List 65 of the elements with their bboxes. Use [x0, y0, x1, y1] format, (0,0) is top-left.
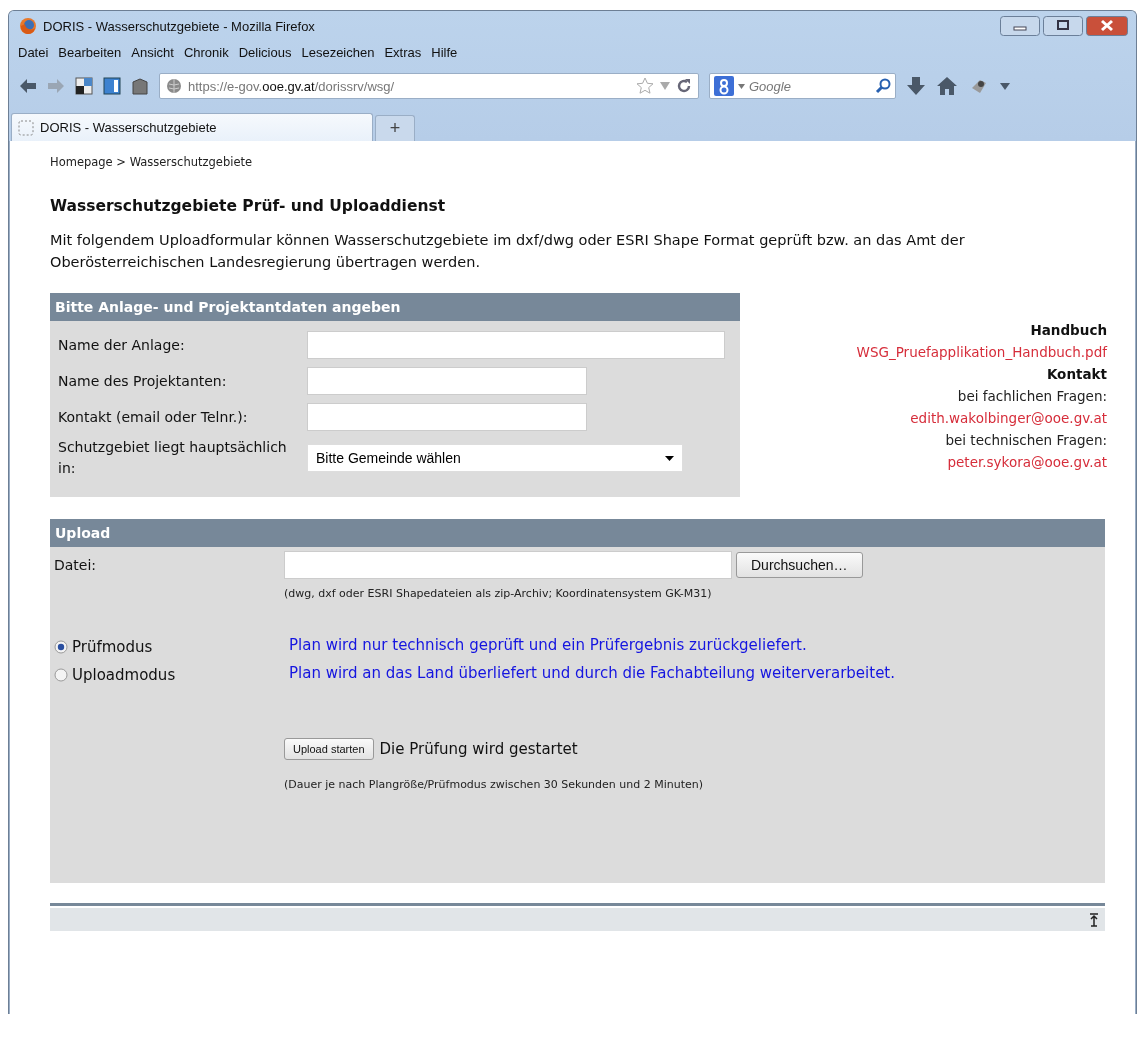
download-icon[interactable] — [906, 76, 926, 96]
radio-label[interactable]: Uploadmodus — [72, 666, 176, 684]
menu-item[interactable]: Ansicht — [126, 44, 179, 60]
link[interactable]: WSG_Pruefapplikation_Handbuch.pdf — [856, 341, 1107, 363]
bookmarks-icon[interactable] — [75, 77, 93, 95]
mode-description: Plan wird nur technisch geprüft und ein Prüfergebnis zurückgeliefert. — [289, 636, 808, 656]
radio-label[interactable]: Prüfmodus — [72, 638, 153, 656]
dropdown-arrow-icon[interactable] — [1000, 82, 1010, 90]
home-icon[interactable] — [936, 76, 958, 96]
file-field[interactable] — [284, 551, 732, 579]
section-heading: Handbuch — [1030, 321, 1107, 340]
search-field[interactable]: Google — [709, 73, 896, 99]
menu-item[interactable]: Lesezeichen — [296, 44, 380, 60]
input-field[interactable] — [307, 331, 725, 359]
close-button[interactable] — [1086, 16, 1128, 36]
hint-text: (dwg, dxf oder ESRI Shapedateien als zip-Archiv; Koordinatensystem GK-M31) — [284, 586, 713, 600]
menu-item[interactable]: Bearbeiten — [53, 44, 127, 60]
panel-header: Upload — [50, 519, 1105, 547]
upload-button[interactable]: Upload starten — [284, 738, 374, 760]
dropdown[interactable]: Bitte Gemeinde wählen — [307, 444, 683, 472]
field-label: Kontakt (email oder Telnr.): — [58, 407, 249, 427]
input-field[interactable] — [307, 403, 587, 431]
menu-item[interactable]: Extras — [379, 44, 427, 60]
breadcrumb[interactable]: Homepage > Wasserschutzgebiete — [50, 155, 1105, 169]
link[interactable]: peter.sykora@ooe.gv.at — [947, 451, 1107, 473]
browse-button[interactable]: Durchsuchen… — [736, 552, 863, 578]
search-icon[interactable] — [875, 78, 891, 94]
back-icon[interactable] — [19, 78, 37, 94]
maximize-button[interactable] — [1043, 16, 1083, 36]
page-heading: Wasserschutzgebiete Prüf- und Uploaddienst — [50, 197, 447, 215]
radio-button[interactable] — [54, 668, 68, 682]
window-title: DORIS - Wasserschutzgebiete - Mozilla Firefox — [43, 18, 316, 34]
menu-item[interactable]: Hilfe — [426, 44, 463, 60]
menu-item[interactable]: Chronik — [178, 44, 234, 60]
status-text: Die Prüfung wird gestartet — [379, 740, 578, 758]
globe-icon — [166, 78, 182, 94]
intro-text: Mit folgendem Uploadformular können Wasserschutzgebiete im dxf/dwg oder ESRI Shape Format geprüft bzw. an das Amt der Oberösterreichischen Landesregierung übertragen werden. — [50, 231, 966, 272]
field-label: Schutzgebiet liegt hauptsächlich in: — [58, 438, 288, 478]
page-icon — [18, 119, 34, 136]
browser-tab[interactable]: DORIS - Wasserschutzgebiete — [11, 113, 373, 141]
link[interactable]: edith.wakolbinger@ooe.gv.at — [910, 407, 1107, 429]
menu-item[interactable]: Delicious — [233, 44, 297, 60]
panel-header: Bitte Anlage- und Projektantdaten angeben — [50, 293, 740, 321]
scroll-top-icon[interactable] — [1089, 912, 1099, 927]
field-label: Name des Projektanten: — [58, 371, 228, 391]
firefox-logo-icon — [19, 17, 37, 35]
google-icon — [714, 76, 734, 96]
new-tab-button[interactable]: + — [375, 115, 415, 141]
duration-note: (Dauer je nach Plangröße/Prüfmodus zwischen 30 Sekunden und 2 Minuten) — [283, 777, 705, 791]
dropdown-arrow-icon[interactable] — [738, 83, 745, 89]
caret-icon — [665, 455, 674, 461]
menu-item[interactable]: Datei — [13, 44, 54, 60]
reload-icon[interactable] — [676, 78, 692, 94]
box-icon[interactable] — [131, 77, 149, 95]
info-text: bei fachlichen Fragen: — [957, 387, 1107, 406]
mode-description: Plan wird an das Land überliefert und durch die Fachabteilung weiterverarbeitet. — [289, 664, 896, 684]
info-text: bei technischen Fragen: — [945, 431, 1107, 450]
window-icon[interactable] — [103, 77, 121, 95]
input-field[interactable] — [307, 367, 587, 395]
address-bar[interactable]: https://e-gov.ooe.gv.at/dorissrv/wsg/ — [159, 73, 699, 99]
section-heading: Kontakt — [1046, 365, 1107, 384]
field-label: Datei: — [54, 556, 98, 575]
field-label: Name der Anlage: — [58, 335, 186, 355]
star-icon[interactable] — [636, 77, 654, 95]
radio-button[interactable] — [54, 640, 68, 654]
